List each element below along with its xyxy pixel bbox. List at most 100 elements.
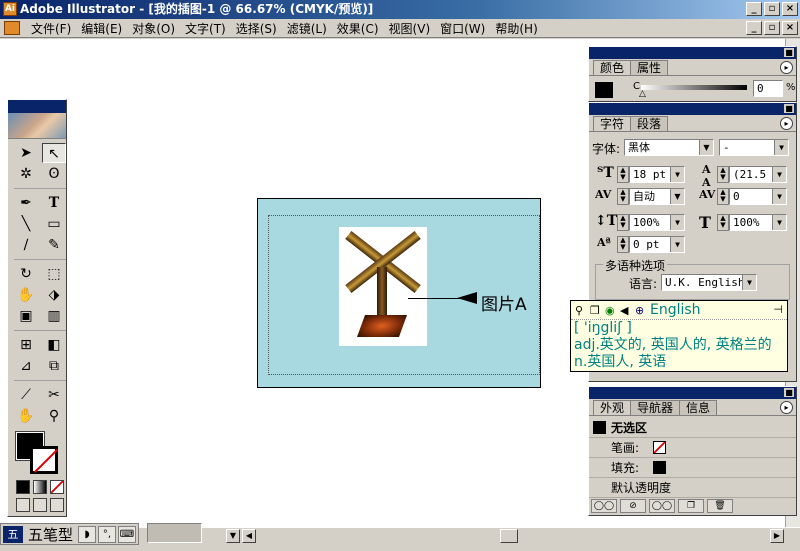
- full-screen-mode-button[interactable]: [50, 498, 64, 512]
- tracking-stepper[interactable]: ▲ ▼: [717, 188, 729, 205]
- panel-close-icon[interactable]: ■: [784, 48, 794, 57]
- menu-view[interactable]: 视图(V): [384, 20, 436, 37]
- full-screen-menu-mode-button[interactable]: [33, 498, 47, 512]
- chevron-down-icon[interactable]: ▼: [772, 189, 786, 204]
- leading-stepper[interactable]: ▲ ▼: [717, 166, 729, 183]
- scroll-right-arrow[interactable]: ▶: [770, 529, 784, 543]
- zoom-level-box[interactable]: [147, 523, 202, 543]
- direct-selection-tool-icon[interactable]: ↖: [42, 143, 66, 163]
- globe-icon[interactable]: ◉: [605, 304, 617, 317]
- placed-image[interactable]: [339, 227, 427, 346]
- chevron-down-icon[interactable]: ▼: [670, 167, 684, 182]
- magic-wand-tool-icon[interactable]: ✲: [14, 164, 38, 184]
- character-panel-titlebar[interactable]: ■: [589, 103, 796, 115]
- maximize-button[interactable]: ▫: [764, 2, 780, 16]
- document-icon[interactable]: [4, 21, 20, 35]
- appearance-fill-row[interactable]: 填充:: [589, 458, 796, 478]
- chevron-down-icon[interactable]: ▼: [670, 189, 684, 204]
- tab-appearance[interactable]: 外观: [593, 400, 632, 415]
- blend-tool-icon[interactable]: ⧉: [42, 356, 66, 376]
- doc-minimize-button[interactable]: _: [746, 21, 762, 35]
- eyedropper-tool-icon[interactable]: ⊿: [14, 356, 38, 376]
- menu-select[interactable]: 选择(S): [231, 20, 282, 37]
- delete-item-button[interactable]: 🗑: [707, 499, 733, 513]
- dictionary-popup[interactable]: ⚲ ❐ ◉ ◀ ⊕ English ⊣ [ 'iŋgliʃ ] adj.英文的,…: [570, 300, 788, 372]
- venus-logo[interactable]: [8, 113, 66, 139]
- pencil-tool-icon[interactable]: ✎: [42, 235, 66, 255]
- chevron-down-icon[interactable]: ▼: [670, 215, 684, 230]
- menu-window[interactable]: 窗口(W): [435, 20, 490, 37]
- panel-close-icon[interactable]: ■: [784, 104, 794, 113]
- leader-line[interactable]: [408, 298, 460, 299]
- stroke-swatch[interactable]: [30, 446, 58, 474]
- tab-attributes[interactable]: 属性: [630, 60, 669, 75]
- baseline-shift-stepper[interactable]: ▲ ▼: [617, 236, 629, 253]
- ime-logo-icon[interactable]: 五: [3, 525, 23, 543]
- chevron-down-icon[interactable]: ▼: [670, 237, 684, 252]
- horizontal-scroll-thumb[interactable]: [500, 529, 518, 543]
- tab-paragraph[interactable]: 段落: [630, 116, 669, 131]
- tab-color[interactable]: 颜色: [593, 60, 632, 75]
- pin-icon[interactable]: ⊣: [773, 303, 783, 316]
- appearance-selection-row[interactable]: 无选区: [589, 418, 796, 438]
- menu-help[interactable]: 帮助(H): [490, 20, 542, 37]
- menu-effect[interactable]: 效果(C): [332, 20, 384, 37]
- tracking-input[interactable]: 0 ▼: [729, 188, 787, 205]
- kerning-input[interactable]: 自动 ▼: [629, 188, 685, 205]
- clear-appearance-button[interactable]: ⊘: [620, 499, 646, 513]
- panel-close-icon[interactable]: ■: [784, 388, 794, 397]
- tools-titlebar[interactable]: [8, 100, 66, 113]
- symbol-sprayer-tool-icon[interactable]: ▣: [14, 306, 38, 326]
- punctuation-icon[interactable]: °,: [98, 525, 117, 543]
- font-family-select[interactable]: 黑体 ▼: [624, 139, 714, 156]
- minimize-button[interactable]: _: [746, 2, 762, 16]
- tab-info[interactable]: 信息: [679, 400, 718, 415]
- type-tool-icon[interactable]: T: [42, 193, 66, 213]
- close-button[interactable]: ×: [782, 2, 798, 16]
- fill-black-swatch[interactable]: [653, 461, 666, 474]
- half-width-moon-icon[interactable]: ◗: [78, 525, 97, 543]
- vertical-scale-stepper[interactable]: ▲ ▼: [617, 214, 629, 231]
- gradient-tool-icon[interactable]: ◧: [42, 335, 66, 355]
- line-tool-icon[interactable]: ╲: [14, 214, 38, 234]
- tab-character[interactable]: 字符: [593, 116, 632, 131]
- scale-tool-icon[interactable]: ⬚: [42, 264, 66, 284]
- scroll-left-arrow[interactable]: ◀: [242, 529, 256, 543]
- font-size-input[interactable]: 18 pt ▼: [629, 166, 685, 183]
- horizontal-scale-stepper[interactable]: ▲ ▼: [717, 214, 729, 231]
- doc-restore-button[interactable]: ▫: [764, 21, 780, 35]
- doc-close-button[interactable]: ×: [782, 21, 798, 35]
- menu-object[interactable]: 对象(O): [127, 20, 180, 37]
- chevron-down-icon[interactable]: ▼: [774, 140, 788, 155]
- menu-type[interactable]: 文字(T): [180, 20, 231, 37]
- panel-menu-icon[interactable]: ▸: [780, 117, 793, 130]
- speaker-icon[interactable]: ◀: [620, 304, 632, 317]
- leading-input[interactable]: (21.5 ▼: [729, 166, 787, 183]
- scissors-tool-icon[interactable]: ✂: [42, 385, 66, 405]
- color-mode-button[interactable]: [16, 480, 30, 494]
- status-dropdown-arrow[interactable]: ▼: [226, 529, 240, 543]
- language-select[interactable]: U.K. English ▼: [661, 274, 757, 291]
- soft-keyboard-icon[interactable]: ⌨: [118, 525, 137, 543]
- chevron-down-icon[interactable]: ▼: [772, 215, 786, 230]
- cyan-slider-thumb[interactable]: △: [639, 89, 646, 99]
- gradient-mode-button[interactable]: [33, 480, 47, 494]
- web-search-icon[interactable]: ⊕: [635, 304, 647, 317]
- warp-tool-icon[interactable]: ✋: [14, 285, 38, 305]
- color-fill-swatch[interactable]: [595, 82, 613, 98]
- copy-icon[interactable]: ❐: [590, 304, 602, 317]
- duplicate-item-button[interactable]: ❐: [678, 499, 704, 513]
- arrowhead[interactable]: [457, 292, 477, 304]
- menu-filter[interactable]: 滤镜(L): [282, 20, 332, 37]
- new-art-basic-appearance-button[interactable]: ◯◯: [591, 499, 617, 513]
- none-mode-button[interactable]: [50, 480, 64, 494]
- free-transform-tool-icon[interactable]: ⬗: [42, 285, 66, 305]
- panel-menu-icon[interactable]: ▸: [780, 61, 793, 74]
- ime-name[interactable]: 五笔型: [25, 524, 76, 545]
- cyan-value-input[interactable]: 0: [753, 80, 783, 97]
- font-style-select[interactable]: - ▼: [719, 139, 789, 156]
- menu-edit[interactable]: 编辑(E): [76, 20, 127, 37]
- appearance-opacity-row[interactable]: 默认透明度: [589, 478, 796, 498]
- cyan-slider[interactable]: [641, 85, 747, 90]
- chevron-down-icon[interactable]: ▼: [742, 275, 756, 290]
